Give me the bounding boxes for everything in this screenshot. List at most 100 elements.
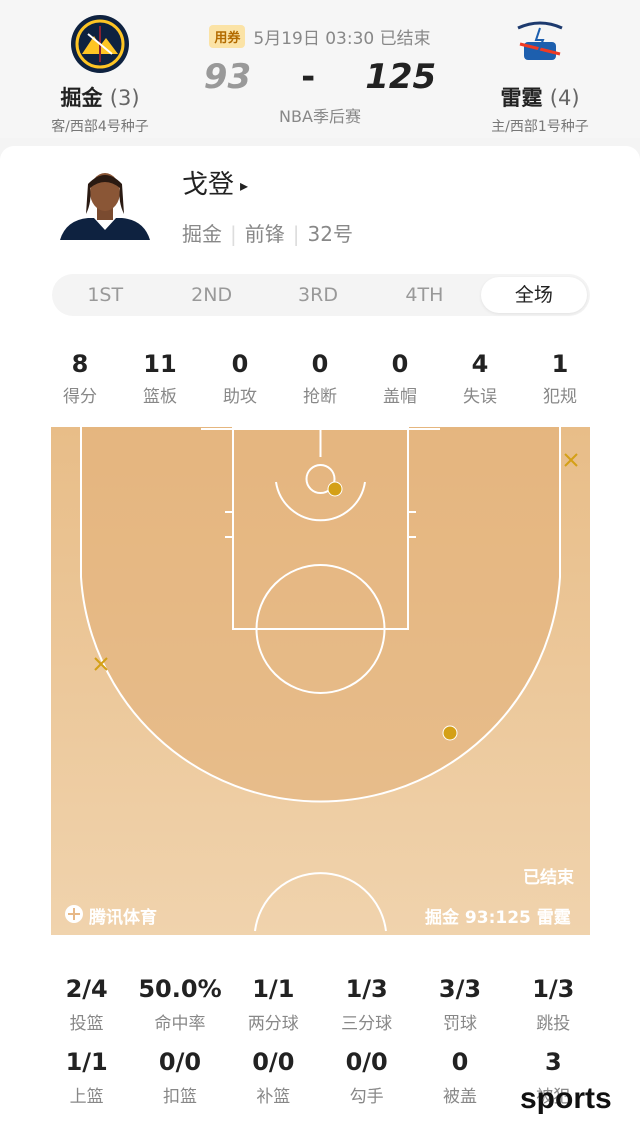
stat-value: 0/0 — [158, 1048, 202, 1076]
stat-value: 0/0 — [345, 1048, 388, 1076]
stat-value: 11 — [143, 350, 177, 378]
game-header: 掘金 (3) 客/西部4号种子 用券 5月19日 03:30 已结束 93 - … — [0, 0, 640, 138]
divider: | — [230, 222, 237, 246]
period-tabs: 1ST 2ND 3RD 4TH 全场 — [52, 274, 590, 316]
stat-blocked: 0 被盖 — [413, 1048, 506, 1107]
shot-made-marker[interactable] — [327, 481, 343, 497]
home-series-wins: (4) — [549, 86, 580, 110]
stat-label: 三分球 — [341, 1014, 393, 1034]
stat-layup: 1/1 上篮 — [40, 1048, 133, 1107]
away-score: 93 — [203, 57, 252, 97]
stat-label: 跳投 — [536, 1014, 571, 1034]
home-score: 125 — [365, 57, 437, 97]
stat-tipin: 0/0 补篮 — [227, 1048, 320, 1107]
stat-fouls: 1 犯规 — [520, 350, 600, 407]
stat-value: 1/1 — [252, 975, 295, 1003]
stat-label: 盖帽 — [383, 387, 417, 407]
stat-dunk: 0/0 扣篮 — [133, 1048, 226, 1107]
stat-label: 失误 — [463, 387, 497, 407]
game-datetime-status: 5月19日 03:30 已结束 — [253, 29, 431, 49]
league-label: NBA季后赛 — [279, 107, 361, 126]
tab-full-game[interactable]: 全场 — [480, 277, 588, 313]
stat-2pt: 1/1 两分球 — [227, 975, 320, 1034]
stat-rebounds: 11 篮板 — [120, 350, 200, 407]
shot-chart-court: 已结束 腾讯体育 掘金 93:125 雷霆 — [51, 426, 590, 935]
stat-value: 2/4 — [65, 975, 108, 1003]
player-card: 戈登 ▸ 掘金 | 前锋 | 32号 1ST 2ND 3RD 4TH 全场 8 得分 11 篮… — [0, 146, 640, 1137]
player-name: 戈登 — [182, 170, 235, 200]
coupon-badge[interactable]: 用券 — [209, 25, 246, 48]
shooting-row-2: 1/1 上篮 0/0 扣篮 0/0 补篮 0/0 勾手 0 被盖 3 被犯 — [40, 1048, 600, 1107]
player-info: 掘金 | 前锋 | 32号 — [182, 218, 353, 247]
stat-label: 罚球 — [442, 1014, 477, 1034]
tencent-sports-logo-icon — [65, 905, 83, 923]
stat-value: 50.0% — [138, 975, 222, 1003]
stat-hook: 0/0 勾手 — [320, 1048, 413, 1107]
game-status-label: 已结束 — [523, 868, 574, 888]
stat-value: 3/3 — [438, 975, 482, 1003]
stat-jumpshot: 1/3 跳投 — [507, 975, 600, 1034]
stat-label: 命中率 — [154, 1014, 206, 1034]
stat-value: 1/3 — [532, 975, 575, 1003]
stat-value: 0 — [311, 350, 329, 378]
player-avatar[interactable] — [58, 166, 152, 240]
tab-3rd[interactable]: 3RD — [265, 274, 371, 316]
divider: | — [292, 222, 300, 246]
stat-label: 抢断 — [303, 387, 337, 407]
score-center: 用券 5月19日 03:30 已结束 93 - 125 NBA季后赛 — [180, 24, 460, 127]
stat-value: 1/3 — [345, 975, 388, 1003]
stat-value: 3 — [544, 1048, 562, 1076]
court-svg — [51, 426, 590, 935]
stat-label: 被盖 — [442, 1087, 477, 1107]
stat-3pt: 1/3 三分球 — [320, 975, 413, 1034]
tab-4th[interactable]: 4TH — [371, 274, 477, 316]
stat-value: 0/0 — [252, 1048, 295, 1076]
shot-made-marker[interactable] — [442, 725, 458, 741]
stat-assists: 0 助攻 — [200, 350, 280, 407]
stat-label: 得分 — [63, 387, 97, 407]
box-score-row: 8 得分 11 篮板 0 助攻 0 抢断 0 盖帽 4 失误 1 犯规 — [40, 350, 600, 407]
stat-blocks: 0 盖帽 — [360, 350, 440, 407]
tab-2nd[interactable]: 2ND — [158, 274, 264, 316]
stat-value: 1/1 — [65, 1048, 108, 1076]
stat-value: 0 — [391, 350, 409, 378]
stat-label: 扣篮 — [162, 1087, 197, 1107]
player-team: 掘金 — [182, 222, 222, 246]
stat-label: 犯规 — [543, 387, 577, 407]
stat-turnovers: 4 失误 — [440, 350, 520, 407]
stat-label: 两分球 — [247, 1014, 299, 1034]
chevron-right-icon: ▸ — [240, 176, 249, 195]
stat-label: 助攻 — [223, 387, 257, 407]
score-separator: - — [301, 57, 316, 97]
stat-value: 0 — [451, 1048, 469, 1076]
player-position: 前锋 — [244, 222, 285, 246]
stat-label: 勾手 — [349, 1087, 384, 1107]
stat-label: 篮板 — [143, 387, 177, 407]
away-team-seed: 客/西部4号种子 — [51, 119, 149, 135]
home-team-name: 雷霆 — [500, 86, 543, 110]
stat-label: 上篮 — [69, 1087, 104, 1107]
stat-label: 投篮 — [69, 1014, 104, 1034]
away-team-name: 掘金 — [60, 86, 103, 110]
stat-value: 1 — [551, 350, 569, 378]
tab-1st[interactable]: 1ST — [52, 274, 158, 316]
thunder-logo-icon — [510, 14, 570, 74]
player-name-link[interactable]: 戈登 ▸ — [182, 164, 248, 201]
nuggets-logo-icon — [70, 14, 130, 74]
stat-fg-pct: 50.0% 命中率 — [133, 975, 226, 1034]
home-team[interactable]: 雷霆 (4) 主/西部1号种子 — [460, 14, 620, 136]
stat-label: 补篮 — [256, 1087, 291, 1107]
stat-steals: 0 抢断 — [280, 350, 360, 407]
stat-value: 8 — [71, 350, 89, 378]
away-series-wins: (3) — [109, 86, 140, 110]
stat-fg: 2/4 投篮 — [40, 975, 133, 1034]
stat-ft: 3/3 罚球 — [413, 975, 506, 1034]
shooting-row-1: 2/4 投篮 50.0% 命中率 1/1 两分球 1/3 三分球 3/3 罚球 1/3 跳投 — [40, 975, 600, 1034]
player-number: 32号 — [307, 222, 353, 246]
sports-watermark: sports — [520, 1082, 612, 1115]
away-team[interactable]: 掘金 (3) 客/西部4号种子 — [20, 14, 180, 136]
stat-points: 8 得分 — [40, 350, 120, 407]
brand-label: 腾讯体育 — [89, 908, 157, 928]
home-team-seed: 主/西部1号种子 — [491, 119, 589, 135]
stat-value: 4 — [471, 350, 489, 378]
